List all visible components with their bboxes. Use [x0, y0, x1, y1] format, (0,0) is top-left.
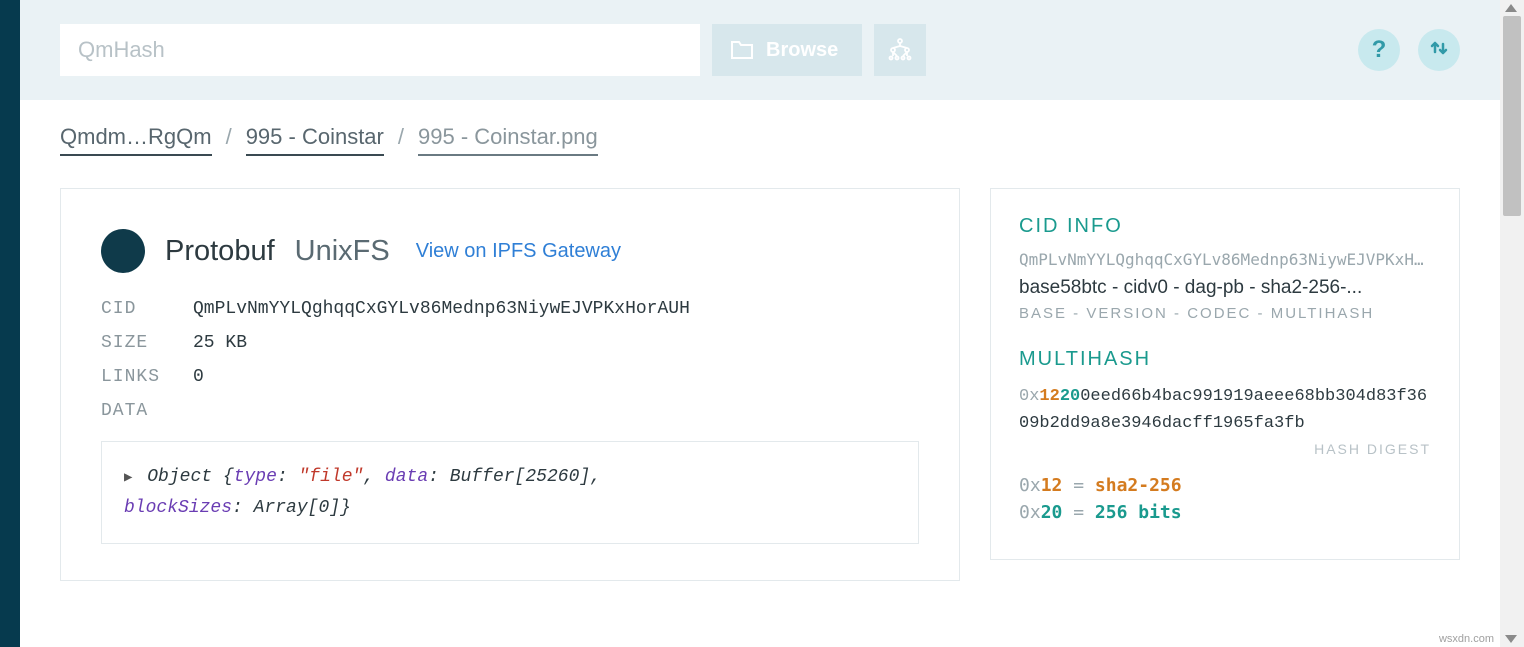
- meta-size-value: 25 KB: [193, 333, 919, 353]
- legend1-val: sha2-256: [1095, 475, 1182, 496]
- codec-name: Protobuf: [165, 235, 275, 268]
- vertical-scrollbar[interactable]: [1500, 0, 1524, 647]
- legend1-pre: 0x: [1019, 475, 1041, 496]
- meta-cid-value: QmPLvNmYYLQghqqCxGYLv86Mednp63NiywEJVPKx…: [193, 299, 919, 319]
- app-nav-strip: [0, 0, 20, 647]
- meta-cid-label: CID: [101, 299, 181, 319]
- meta-links-label: LINKS: [101, 367, 181, 387]
- legend2-val: 256 bits: [1095, 502, 1182, 523]
- code-leader: Object {: [147, 467, 233, 487]
- legend1-code: 12: [1041, 475, 1063, 496]
- legend2-code: 20: [1041, 502, 1063, 523]
- legend1-eq: =: [1062, 475, 1095, 496]
- gateway-link[interactable]: View on IPFS Gateway: [416, 240, 621, 263]
- main-area: Browse ? Qmdm…RgQm / 995 -: [20, 0, 1500, 647]
- breadcrumb-sep: /: [226, 124, 232, 150]
- meta-size-label: SIZE: [101, 333, 181, 353]
- cid-info-heading: CID INFO: [1019, 215, 1431, 238]
- browse-button-label: Browse: [766, 39, 838, 62]
- scrollbar-thumb[interactable]: [1503, 16, 1521, 216]
- legend-len: 0x20 = 256 bits: [1019, 502, 1431, 523]
- code-val-type: "file": [299, 467, 364, 487]
- tree-button[interactable]: [874, 24, 926, 76]
- cid-full: QmPLvNmYYLQghqqCxGYLv86Mednp63NiywEJVPKx…: [1019, 250, 1431, 269]
- help-button[interactable]: ?: [1358, 29, 1400, 71]
- folder-icon: [730, 40, 754, 60]
- object-title-row: Protobuf UnixFS View on IPFS Gateway: [101, 229, 919, 273]
- format-name: UnixFS: [295, 235, 390, 268]
- cid-sublabels: BASE - VERSION - CODEC - MULTIHASH: [1019, 305, 1431, 322]
- hash-search-input[interactable]: [60, 24, 700, 76]
- legend2-pre: 0x: [1019, 502, 1041, 523]
- legend-code: 0x12 = sha2-256: [1019, 475, 1431, 496]
- breadcrumb-current: 995 - Coinstar.png: [418, 124, 598, 156]
- code-key-type: type: [234, 467, 277, 487]
- digest-label: HASH DIGEST: [1019, 441, 1431, 457]
- content-row: Protobuf UnixFS View on IPFS Gateway CID…: [20, 168, 1500, 601]
- updown-icon: [1428, 37, 1450, 64]
- sync-button[interactable]: [1418, 29, 1460, 71]
- mh-len: 20: [1060, 387, 1080, 406]
- codec-dot-icon: [101, 229, 145, 273]
- breadcrumb-sep: /: [398, 124, 404, 150]
- data-inspector[interactable]: ▶ Object {type: "file", data: Buffer[252…: [101, 441, 919, 544]
- code-key-data: data: [385, 467, 428, 487]
- cid-parts: base58btc - cidv0 - dag-pb - sha2-256-..…: [1019, 277, 1431, 299]
- breadcrumb-root[interactable]: Qmdm…RgQm: [60, 124, 212, 156]
- multihash-heading: MULTIHASH: [1019, 348, 1431, 371]
- code-val-data: Buffer[25260]: [450, 467, 590, 487]
- code-key-bs: blockSizes: [124, 498, 232, 518]
- question-icon: ?: [1372, 36, 1387, 64]
- object-card: Protobuf UnixFS View on IPFS Gateway CID…: [60, 188, 960, 581]
- code-val-bs: Array[0]: [254, 498, 340, 518]
- meta-grid: CID QmPLvNmYYLQghqqCxGYLv86Mednp63NiywEJ…: [101, 299, 919, 421]
- legend2-eq: =: [1062, 502, 1095, 523]
- tree-icon: [887, 36, 913, 65]
- cid-info-card: CID INFO QmPLvNmYYLQghqqCxGYLv86Mednp63N…: [990, 188, 1460, 560]
- browse-button[interactable]: Browse: [712, 24, 862, 76]
- meta-data-label: DATA: [101, 401, 181, 421]
- meta-links-value: 0: [193, 367, 919, 387]
- breadcrumb: Qmdm…RgQm / 995 - Coinstar / 995 - Coins…: [20, 100, 1500, 168]
- multihash-hex: 0x12200eed66b4bac991919aeee68bb304d83f36…: [1019, 383, 1431, 437]
- mh-prefix: 0x: [1019, 387, 1039, 406]
- mh-digest: 0eed66b4bac991919aeee68bb304d83f3609b2dd…: [1019, 387, 1427, 433]
- breadcrumb-folder[interactable]: 995 - Coinstar: [246, 124, 384, 156]
- expand-triangle-icon[interactable]: ▶: [124, 470, 132, 486]
- top-bar: Browse ?: [20, 0, 1500, 100]
- code-trailer: }: [340, 498, 351, 518]
- watermark: wsxdn.com: [1439, 633, 1494, 645]
- mh-code: 12: [1039, 387, 1059, 406]
